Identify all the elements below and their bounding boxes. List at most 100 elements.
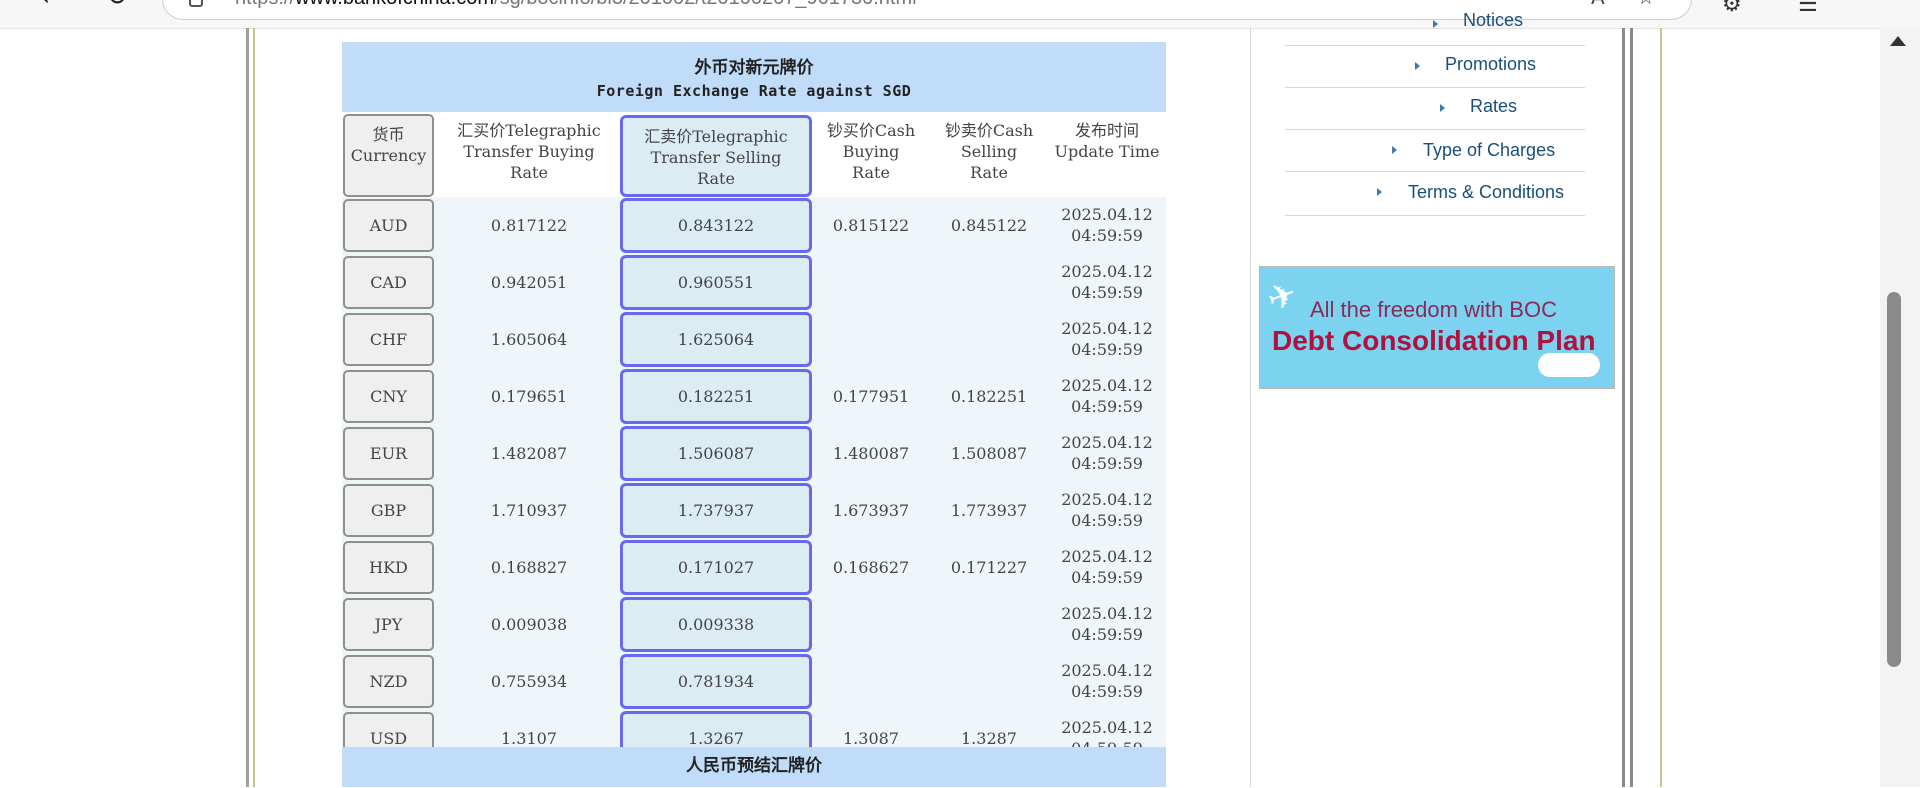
- cash-selling-rate: 1.773937: [950, 501, 1028, 520]
- header-tt-buying: 汇买价Telegraphic Transfer Buying Rate: [457, 121, 601, 182]
- tt-selling-rate: 0.182251: [620, 369, 812, 424]
- frame-border: [253, 28, 255, 787]
- tt-buying-rate: 0.817122: [490, 216, 568, 235]
- table-header: 货币 Currency 汇买价Telegraphic Transfer Buying…: [342, 112, 1166, 197]
- update-time: 2025.04.1204:59:59: [1061, 718, 1153, 747]
- cash-buying-rate: 0.168627: [832, 558, 910, 577]
- rmb-rate-title: 人民币预结汇牌价: [342, 747, 1166, 787]
- currency-code: JPY: [343, 598, 434, 651]
- table-row: CNY 0.179651 0.182251 0.177951 0.182251 …: [342, 368, 1166, 425]
- table-row: AUD 0.817122 0.843122 0.815122 0.845122 …: [342, 197, 1166, 254]
- tt-selling-rate: 1.625064: [620, 312, 812, 367]
- sidebar-item-terms-conditions[interactable]: Terms & Conditions: [1285, 172, 1585, 216]
- browser-toolbar: ‹ ↻ https://www.bankofchina.com/sg/bocin…: [0, 0, 1920, 28]
- scrollbar-thumb[interactable]: [1887, 292, 1901, 667]
- sidebar-item-notices[interactable]: Notices: [1285, 4, 1585, 46]
- refresh-icon[interactable]: ↻: [102, 0, 132, 12]
- cash-selling-rate: 0.171227: [950, 558, 1028, 577]
- currency-code: CAD: [343, 256, 434, 309]
- header-cash-buying: 钞买价Cash Buying Rate: [826, 121, 916, 182]
- exchange-rate-table: 外币对新元牌价 Foreign Exchange Rate against SG…: [342, 42, 1166, 787]
- frame-border: [1630, 28, 1633, 787]
- update-time: 2025.04.1204:59:59: [1061, 376, 1153, 416]
- tt-selling-rate: 0.171027: [620, 540, 812, 595]
- sidebar-item-label[interactable]: Rates: [1470, 96, 1517, 117]
- update-time: 2025.04.1204:59:59: [1061, 262, 1153, 302]
- tt-selling-rate: 0.781934: [620, 654, 812, 709]
- favorites-icon[interactable]: ☰: [1798, 0, 1818, 17]
- tt-selling-rate: 1.3267: [620, 711, 812, 747]
- scroll-up-arrow-icon[interactable]: [1890, 36, 1906, 46]
- sidebar-item-label[interactable]: Type of Charges: [1423, 140, 1555, 161]
- update-time: 2025.04.1204:59:59: [1061, 604, 1153, 644]
- table-row: GBP 1.710937 1.737937 1.673937 1.773937 …: [342, 482, 1166, 539]
- header-cash-selling: 钞卖价Cash Selling Rate: [944, 121, 1034, 182]
- table-row: HKD 0.168827 0.171027 0.168627 0.171227 …: [342, 539, 1166, 596]
- tt-selling-rate: 1.506087: [620, 426, 812, 481]
- currency-code: HKD: [343, 541, 434, 594]
- tt-buying-rate: 1.482087: [490, 444, 568, 463]
- tt-selling-rate: 0.009338: [620, 597, 812, 652]
- update-time: 2025.04.1204:59:59: [1061, 319, 1153, 359]
- banner-tagline: All the freedom with BOC: [1310, 297, 1557, 322]
- sidebar-item-promotions[interactable]: Promotions: [1285, 46, 1585, 88]
- bullet-triangle-icon: [1433, 20, 1438, 28]
- favorite-star-icon[interactable]: ☆: [1637, 0, 1655, 9]
- cash-buying-rate: 1.3087: [843, 729, 899, 747]
- sidebar-item-label[interactable]: Terms & Conditions: [1408, 182, 1564, 203]
- table-row: CHF 1.605064 1.625064 2025.04.12 04:59:59: [342, 311, 1166, 368]
- table-row: NZD 0.755934 0.781934 2025.04.12 04:59:59: [342, 653, 1166, 710]
- vertical-scrollbar[interactable]: [1880, 28, 1920, 787]
- sidebar-item-type-of-charges[interactable]: Type of Charges: [1285, 130, 1585, 172]
- tt-buying-rate: 1.710937: [490, 501, 568, 520]
- sidebar-item-rates[interactable]: Rates: [1285, 88, 1585, 130]
- cloud-decoration: [1538, 353, 1600, 377]
- cash-buying-rate: 0.177951: [832, 387, 910, 406]
- table-body: AUD 0.817122 0.843122 0.815122 0.845122 …: [342, 197, 1166, 747]
- table-row: USD 1.3107 1.3267 1.3087 1.3287 2025.04.…: [342, 710, 1166, 747]
- debt-consolidation-banner[interactable]: ✈ All the freedom with BOC Debt Consolid…: [1259, 266, 1615, 389]
- currency-code: NZD: [343, 655, 434, 708]
- airplane-icon: ✈: [1262, 273, 1303, 321]
- update-time: 2025.04.1204:59:59: [1061, 547, 1153, 587]
- cash-selling-rate: 1.508087: [950, 444, 1028, 463]
- back-icon[interactable]: ‹: [30, 0, 60, 12]
- table-title: 外币对新元牌价 Foreign Exchange Rate against SG…: [342, 42, 1166, 112]
- frame-border: [1622, 28, 1625, 787]
- tt-buying-rate: 0.179651: [490, 387, 568, 406]
- currency-code: CHF: [343, 313, 434, 366]
- header-update-time: 发布时间 Update Time: [1054, 121, 1160, 161]
- tt-buying-rate: 0.009038: [490, 615, 568, 634]
- tt-selling-rate: 1.737937: [620, 483, 812, 538]
- read-aloud-icon[interactable]: A: [1591, 0, 1605, 9]
- bullet-triangle-icon: [1440, 104, 1445, 112]
- currency-code: EUR: [343, 427, 434, 480]
- tt-buying-rate: 0.168827: [490, 558, 568, 577]
- table-title-zh: 外币对新元牌价: [694, 58, 814, 78]
- bullet-triangle-icon: [1415, 62, 1420, 70]
- table-row: EUR 1.482087 1.506087 1.480087 1.508087 …: [342, 425, 1166, 482]
- currency-code: AUD: [343, 199, 434, 252]
- table-title-en: Foreign Exchange Rate against SGD: [596, 82, 912, 100]
- header-tt-selling: 汇卖价Telegraphic Transfer Selling Rate: [620, 115, 812, 197]
- currency-code: CNY: [343, 370, 434, 423]
- sidebar-item-label[interactable]: Promotions: [1445, 54, 1536, 75]
- sidebar-item-label[interactable]: Notices: [1463, 10, 1523, 31]
- extensions-icon[interactable]: ⚙: [1722, 0, 1742, 17]
- cash-buying-rate: 0.815122: [832, 216, 910, 235]
- update-time: 2025.04.1204:59:59: [1061, 661, 1153, 701]
- site-info-icon[interactable]: [189, 0, 203, 7]
- tt-buying-rate: 1.605064: [490, 330, 568, 349]
- table-row: CAD 0.942051 0.960551 2025.04.12 04:59:59: [342, 254, 1166, 311]
- tt-buying-rate: 0.755934: [490, 672, 568, 691]
- column-divider: [1250, 28, 1251, 787]
- table-row: JPY 0.009038 0.009338 2025.04.12 04:59:59: [342, 596, 1166, 653]
- cash-selling-rate: 0.845122: [950, 216, 1028, 235]
- tt-buying-rate: 1.3107: [501, 729, 557, 747]
- tt-buying-rate: 0.942051: [490, 273, 568, 292]
- cash-selling-rate: 1.3287: [961, 729, 1017, 747]
- currency-code: USD: [343, 712, 434, 747]
- frame-border: [246, 28, 249, 787]
- bullet-triangle-icon: [1392, 146, 1397, 154]
- bullet-triangle-icon: [1377, 188, 1382, 196]
